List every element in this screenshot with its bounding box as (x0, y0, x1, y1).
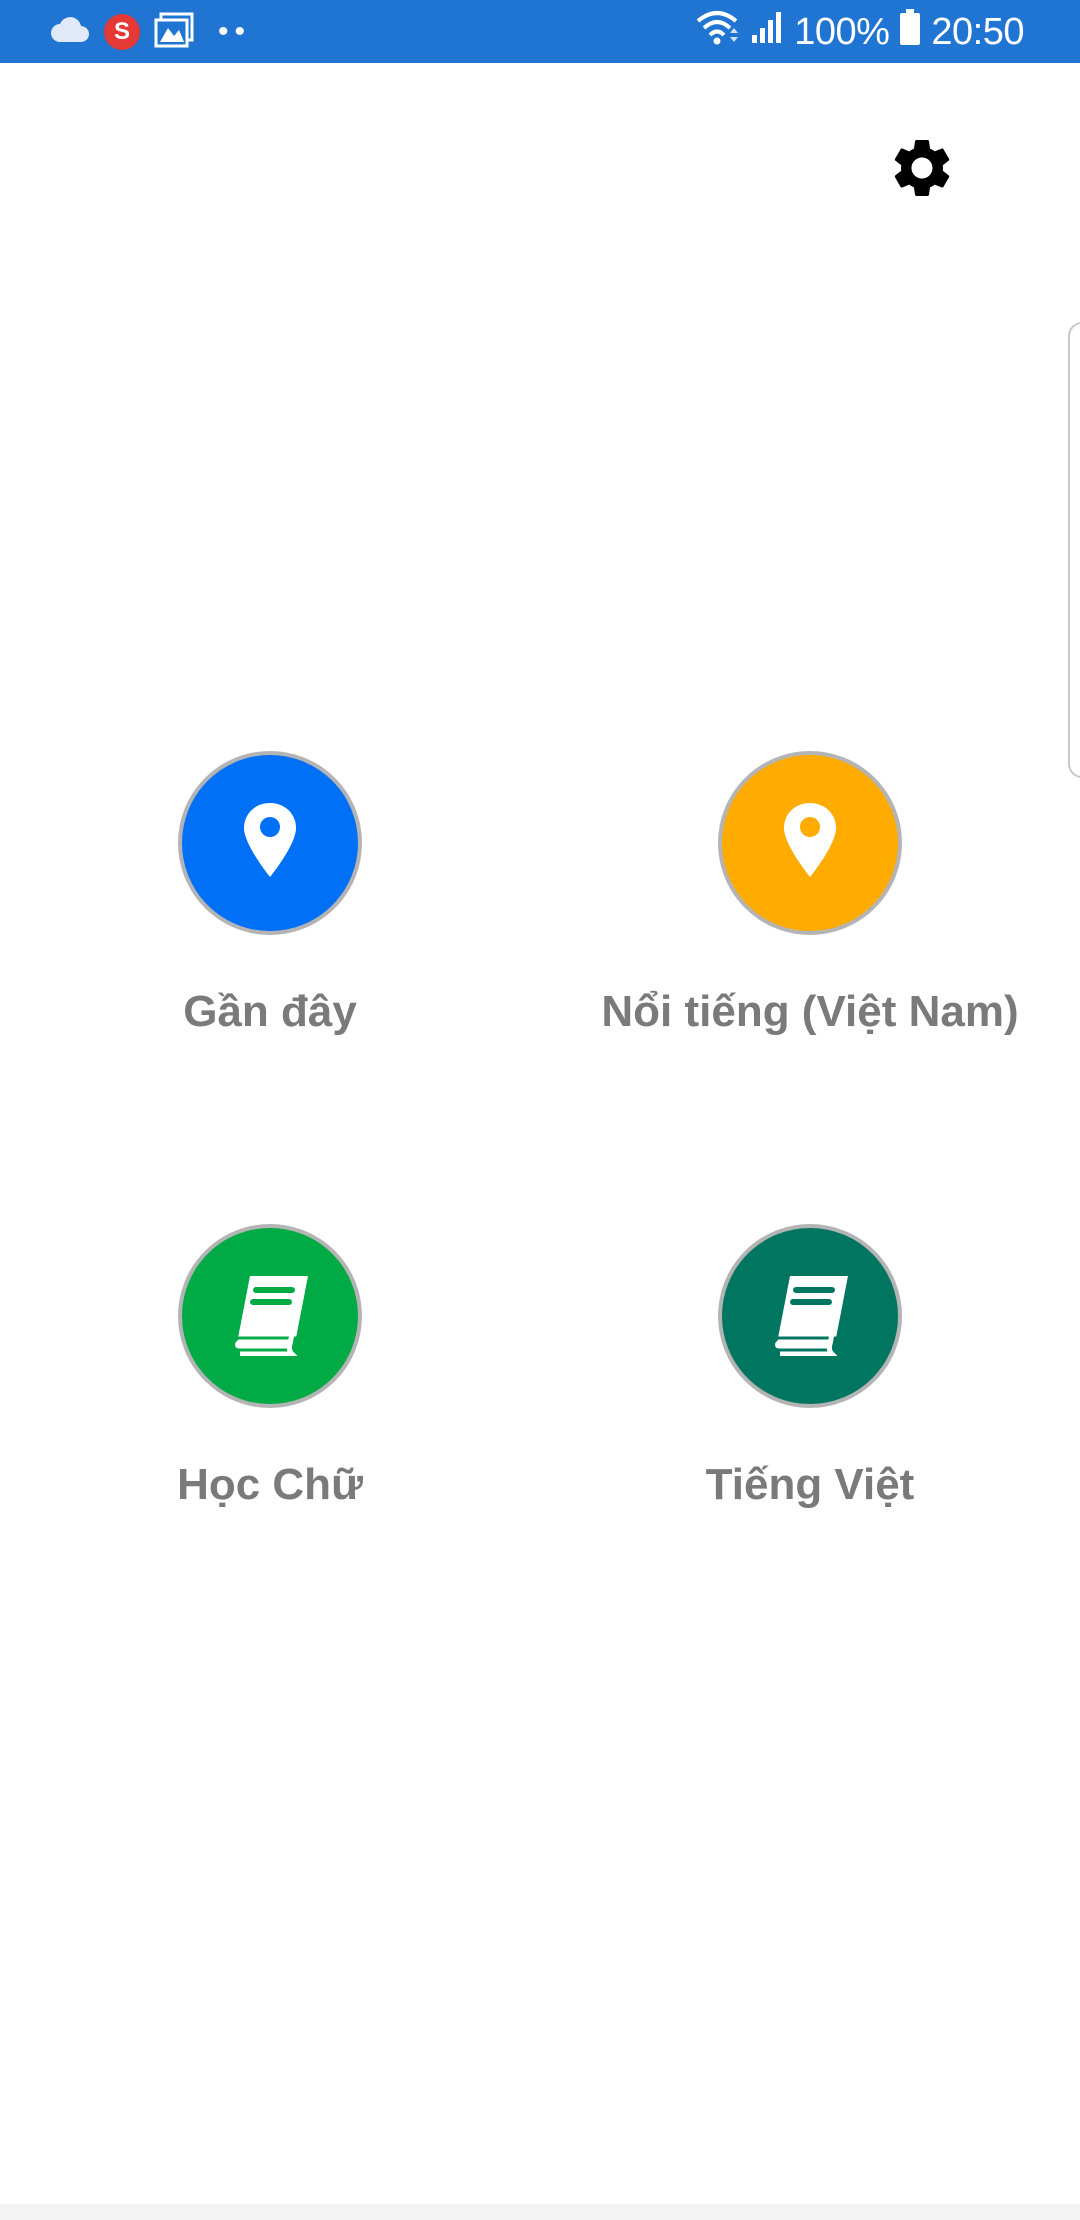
menu-item-learn-letters[interactable]: Học Chữ (0, 1224, 540, 1510)
signal-icon (750, 9, 784, 55)
clock: 20:50 (931, 10, 1024, 53)
menu-item-circle[interactable] (718, 751, 902, 935)
battery-icon (899, 8, 921, 56)
gear-icon (887, 133, 957, 208)
menu-item-label: Học Chữ (177, 1460, 363, 1509)
menu-item-famous-vietnam[interactable]: Nổi tiếng (Việt Nam) (540, 751, 1080, 1037)
bottom-strip (0, 2204, 1080, 2220)
menu-item-circle[interactable] (178, 1224, 362, 1408)
menu-item-vietnamese[interactable]: Tiếng Việt (540, 1224, 1080, 1510)
gallery-icon (154, 12, 194, 53)
menu-item-label: Nổi tiếng (Việt Nam) (601, 987, 1019, 1036)
menu-item-label: Gần đây (183, 987, 357, 1036)
status-bar: S •• 100% 20:50 (0, 0, 1080, 63)
home-screen: S •• 100% 20:50 Gần đây Nổi tiếng (Việt … (0, 0, 1080, 2220)
status-bar-right: 100% 20:50 (694, 8, 1024, 56)
map-pin-icon (242, 801, 298, 886)
battery-percent: 100% (794, 10, 890, 53)
edge-panel-handle[interactable] (1068, 322, 1080, 778)
menu-item-circle[interactable] (718, 1224, 902, 1408)
wifi-icon (694, 7, 740, 57)
s-app-icon: S (104, 14, 140, 50)
map-pin-icon (782, 801, 838, 886)
settings-button[interactable] (882, 130, 962, 210)
book-icon (766, 1272, 854, 1361)
cloud-icon (50, 16, 90, 49)
more-dots-icon: •• (218, 15, 252, 48)
menu-item-label: Tiếng Việt (705, 1460, 915, 1509)
menu-item-recent[interactable]: Gần đây (0, 751, 540, 1037)
menu-item-circle[interactable] (178, 751, 362, 935)
status-bar-left: S •• (50, 12, 251, 52)
book-icon (226, 1272, 314, 1361)
